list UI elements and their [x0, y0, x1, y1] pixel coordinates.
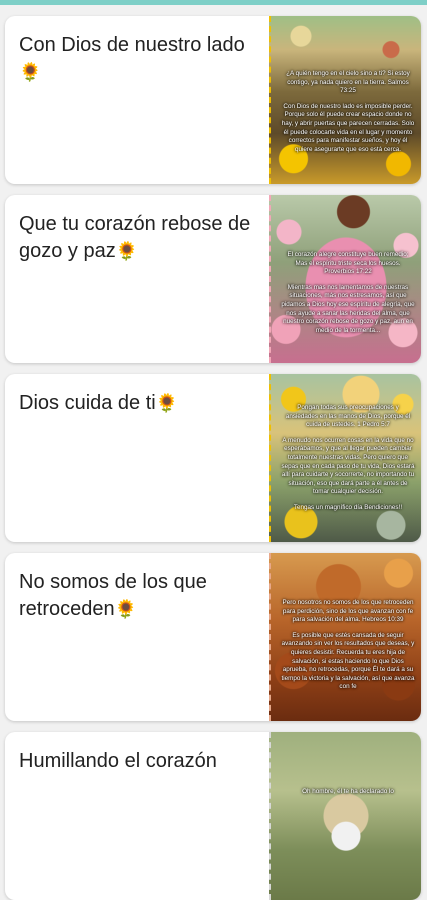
post-title: Con Dios de nuestro lado 🌻: [19, 34, 245, 82]
post-feed: Con Dios de nuestro lado 🌻 ¿A quién teng…: [0, 0, 427, 900]
post-thumbnail[interactable]: El corazón alegre constituye buen remedi…: [269, 195, 421, 363]
thumbnail-verse-text: Pero nosotros no somos de los que retroc…: [281, 599, 415, 691]
thumbnail-verse-text: El corazón alegre constituye buen remedi…: [281, 251, 415, 334]
post-title: Humillando el corazón: [19, 750, 217, 772]
post-title: Que tu corazón rebose de gozo y paz🌻: [19, 213, 251, 262]
sunflower-icon: 🌻: [155, 393, 179, 413]
post-thumbnail[interactable]: Oh hombre, él te ha declarado lo: [269, 732, 421, 900]
post-card[interactable]: No somos de los que retroceden🌻 Pero nos…: [5, 553, 421, 721]
post-title: No somos de los que retroceden🌻: [19, 571, 207, 620]
top-accent-bar: [0, 0, 427, 5]
sunflower-icon: 🌻: [114, 599, 138, 619]
post-thumbnail[interactable]: ¿A quién tengo en el cielo sino a ti? Si…: [269, 16, 421, 184]
post-thumbnail[interactable]: Pero nosotros no somos de los que retroc…: [269, 553, 421, 721]
post-card[interactable]: Con Dios de nuestro lado 🌻 ¿A quién teng…: [5, 16, 421, 184]
post-card[interactable]: Dios cuida de ti🌻 Pongan todas sus preoc…: [5, 374, 421, 542]
post-thumbnail[interactable]: Pongan todas sus preocupaciones y ansied…: [269, 374, 421, 542]
thumbnail-verse-text: ¿A quién tengo en el cielo sino a ti? Si…: [281, 70, 415, 153]
sunflower-icon: 🌻: [115, 241, 139, 261]
post-card[interactable]: Humillando el corazón Oh hombre, él te h…: [5, 732, 421, 900]
thumbnail-verse-text: Pongan todas sus preocupaciones y ansied…: [281, 404, 415, 511]
post-card[interactable]: Que tu corazón rebose de gozo y paz🌻 El …: [5, 195, 421, 363]
sunflower-icon: 🌻: [19, 62, 42, 82]
thumbnail-verse-text: Oh hombre, él te ha declarado lo: [302, 788, 394, 795]
post-title: Dios cuida de ti🌻: [19, 392, 179, 414]
